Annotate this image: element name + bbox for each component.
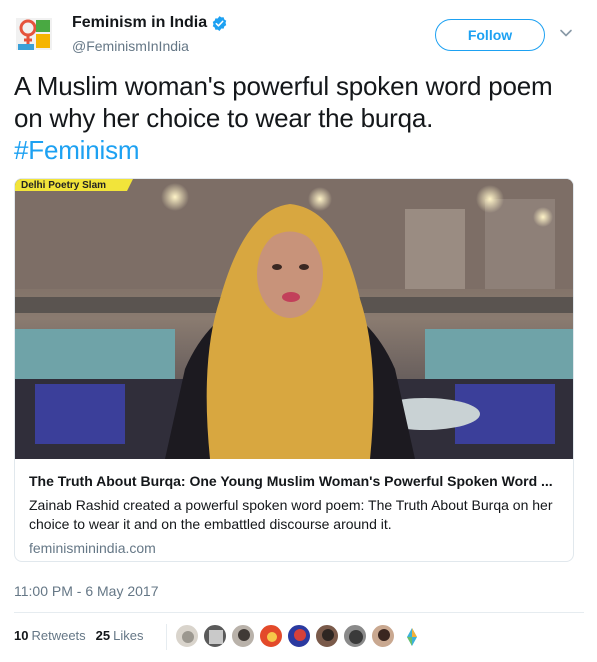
liker-avatar[interactable] (175, 624, 199, 648)
liker-avatar[interactable] (203, 624, 227, 648)
retweets-stat[interactable]: 10 Retweets (14, 628, 86, 643)
account-handle[interactable]: @FeminismInIndia (72, 38, 189, 54)
card-domain[interactable]: feminisminindia.com (29, 540, 559, 556)
divider (14, 612, 584, 613)
liker-avatar[interactable] (259, 624, 283, 648)
overlay-text: Delhi Poetry Slam (21, 180, 106, 191)
feminism-in-india-logo-icon (16, 18, 52, 50)
retweets-label: Retweets (31, 628, 86, 643)
stats-divider (166, 624, 167, 650)
liker-avatar[interactable] (287, 624, 311, 648)
hashtag-link[interactable]: #Feminism (14, 135, 140, 165)
likes-stat[interactable]: 25 Likes (96, 628, 144, 643)
tweet-header: Feminism in India @FeminismInIndia Follo… (14, 10, 584, 60)
liker-avatar[interactable] (343, 624, 367, 648)
retweets-count: 10 (14, 628, 29, 643)
tweet-text: A Muslim woman's powerful spoken word po… (14, 70, 584, 166)
link-card[interactable]: Delhi Poetry Slam The Truth About Burqa:… (14, 178, 574, 562)
account-avatar[interactable] (14, 14, 54, 54)
likes-count: 25 (95, 628, 111, 643)
verified-badge-icon (212, 15, 227, 31)
tweet-body: A Muslim woman's powerful spoken word po… (14, 71, 553, 133)
card-image[interactable]: Delhi Poetry Slam (15, 179, 573, 459)
card-title[interactable]: The Truth About Burqa: One Young Muslim … (29, 472, 559, 490)
tweet-stats: 10 Retweets 25 Likes (14, 628, 154, 643)
chevron-down-icon[interactable] (559, 26, 573, 40)
liker-avatar[interactable] (399, 624, 423, 648)
follow-button[interactable]: Follow (435, 19, 545, 51)
likers-avatars (175, 624, 427, 648)
card-description: Zainab Rashid created a powerful spoken … (29, 497, 553, 532)
name-row: Feminism in India (72, 14, 228, 32)
tweet-timestamp[interactable]: 11:00 PM - 6 May 2017 (14, 583, 158, 599)
likes-label: Likes (113, 628, 144, 643)
card-body: The Truth About Burqa: One Young Muslim … (29, 472, 559, 556)
account-name[interactable]: Feminism in India (72, 14, 207, 32)
liker-avatar[interactable] (231, 624, 255, 648)
liker-avatar[interactable] (371, 624, 395, 648)
liker-avatar[interactable] (315, 624, 339, 648)
video-thumbnail: Delhi Poetry Slam (15, 179, 573, 459)
